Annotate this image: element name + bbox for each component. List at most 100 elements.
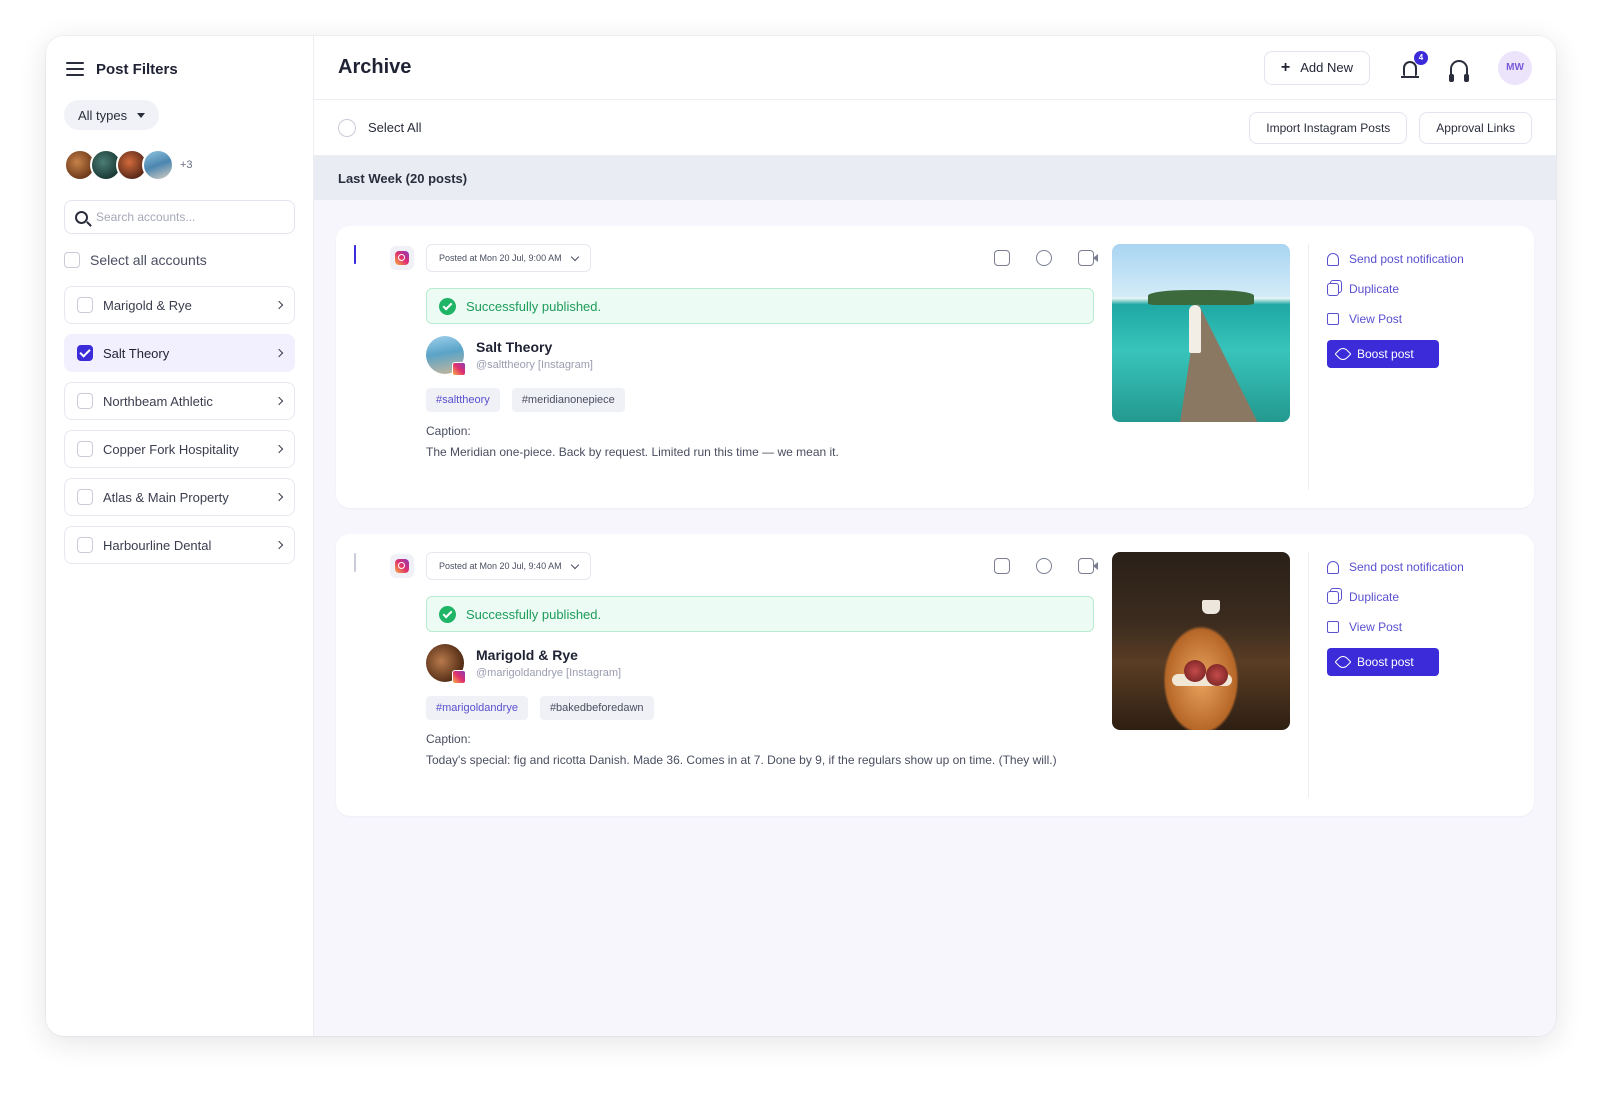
instagram-icon <box>390 246 414 270</box>
approval-links-button[interactable]: Approval Links <box>1419 111 1532 144</box>
select-all-checkbox[interactable] <box>338 118 356 137</box>
hashtags: #salttheory #meridianonepiece <box>426 388 1094 412</box>
status-text: Successfully published. <box>466 298 602 314</box>
edit-icon[interactable] <box>994 558 1010 574</box>
account-label: Northbeam Athletic <box>103 393 213 409</box>
account-checkbox[interactable] <box>77 345 93 361</box>
approve-icon[interactable] <box>1036 250 1052 266</box>
sidebar-title: Post Filters <box>96 60 178 78</box>
boost-post-label: Boost post <box>1357 347 1414 361</box>
posted-at-label: Posted at Mon 20 Jul, 9:40 AM <box>439 561 562 571</box>
caption-text: Today's special: fig and ricotta Danish.… <box>426 753 1057 767</box>
type-filter-label: All types <box>78 107 128 123</box>
posted-at-dropdown[interactable]: Posted at Mon 20 Jul, 9:00 AM <box>426 244 591 272</box>
send-notification-link[interactable]: Send post notification <box>1327 552 1508 582</box>
edit-icon[interactable] <box>994 250 1010 266</box>
menu-icon[interactable] <box>66 62 84 76</box>
search-input[interactable] <box>96 210 276 224</box>
posted-at-dropdown[interactable]: Posted at Mon 20 Jul, 9:40 AM <box>426 552 591 580</box>
chevron-right-icon <box>274 348 284 358</box>
account-label: Atlas & Main Property <box>103 489 229 505</box>
hashtag[interactable]: #marigoldandrye <box>426 696 528 720</box>
video-icon[interactable] <box>1078 558 1098 574</box>
post-actions: Send post notification Duplicate View Po… <box>1308 552 1508 798</box>
user-avatar[interactable]: MW <box>1498 50 1532 85</box>
copy-icon <box>1327 590 1339 604</box>
post-body: Posted at Mon 20 Jul, 9:00 AM Successful… <box>390 244 1098 490</box>
post-checkbox[interactable] <box>354 245 356 264</box>
page-title: Archive <box>338 56 412 78</box>
hashtag[interactable]: #salttheory <box>426 388 500 412</box>
account-item-harbourline-dental[interactable]: Harbourline Dental <box>64 526 295 564</box>
archive-toolbar: Select All Import Instagram Posts Approv… <box>314 100 1556 156</box>
post-author: Marigold & Rye @marigoldandrye [Instagra… <box>426 644 1094 684</box>
external-link-icon <box>1327 621 1339 633</box>
add-new-button[interactable]: + Add New <box>1263 50 1370 85</box>
post-header: Posted at Mon 20 Jul, 9:40 AM <box>390 552 1098 580</box>
post-actions: Send post notification Duplicate View Po… <box>1308 244 1508 490</box>
avatar <box>426 336 466 376</box>
account-avatars[interactable]: +3 <box>64 148 295 182</box>
top-bar: Archive + Add New 4 MW <box>314 36 1556 100</box>
avatars-more-count: +3 <box>180 159 193 171</box>
status-banner: Successfully published. <box>426 596 1094 632</box>
bell-icon <box>1327 252 1339 266</box>
copy-icon <box>1327 282 1339 296</box>
select-all-accounts[interactable]: Select all accounts <box>64 248 295 272</box>
notifications-button[interactable]: 4 <box>1400 50 1428 79</box>
boost-post-button[interactable]: Boost post <box>1327 648 1439 676</box>
send-notification-link[interactable]: Send post notification <box>1327 244 1508 274</box>
rocket-icon <box>1334 653 1352 671</box>
account-checkbox[interactable] <box>77 393 93 409</box>
account-label: Harbourline Dental <box>103 537 212 553</box>
headset-icon[interactable] <box>1449 59 1469 82</box>
post-select <box>354 244 390 490</box>
import-instagram-posts-button[interactable]: Import Instagram Posts <box>1249 111 1408 144</box>
duplicate-link[interactable]: Duplicate <box>1327 582 1508 612</box>
select-all-accounts-checkbox[interactable] <box>64 252 80 268</box>
account-item-salt-theory[interactable]: Salt Theory <box>64 334 295 372</box>
post-body: Posted at Mon 20 Jul, 9:40 AM Successful… <box>390 552 1098 798</box>
duplicate-label: Duplicate <box>1349 282 1400 296</box>
group-header: Last Week (20 posts) <box>314 156 1556 200</box>
account-checkbox[interactable] <box>77 489 93 505</box>
author-handle: @marigoldandrye [Instagram] <box>476 667 622 679</box>
external-link-icon <box>1327 313 1339 325</box>
account-checkbox[interactable] <box>77 441 93 457</box>
caption-label: Caption: <box>426 424 471 438</box>
chevron-right-icon <box>274 540 284 550</box>
boost-post-button[interactable]: Boost post <box>1327 340 1439 368</box>
account-item-northbeam-athletic[interactable]: Northbeam Athletic <box>64 382 295 420</box>
type-filter-dropdown[interactable]: All types <box>64 100 160 130</box>
author-name: Marigold & Rye <box>476 647 578 663</box>
view-post-link[interactable]: View Post <box>1327 612 1508 642</box>
duplicate-link[interactable]: Duplicate <box>1327 274 1508 304</box>
avatar <box>426 644 466 684</box>
account-list: Marigold & Rye Salt Theory Northbeam Ath… <box>64 286 295 564</box>
caption-label: Caption: <box>426 732 471 746</box>
account-label: Salt Theory <box>103 345 170 361</box>
account-checkbox[interactable] <box>77 297 93 313</box>
caret-down-icon <box>137 112 146 118</box>
hashtag[interactable]: #meridianonepiece <box>511 388 625 412</box>
caption-text: The Meridian one-piece. Back by request.… <box>426 445 839 459</box>
posted-at-label: Posted at Mon 20 Jul, 9:00 AM <box>439 253 562 263</box>
search-icon <box>75 210 88 224</box>
app-window: Post Filters All types +3 Select all acc… <box>46 36 1556 1036</box>
account-item-copper-fork[interactable]: Copper Fork Hospitality <box>64 430 295 468</box>
post-image[interactable] <box>1112 552 1290 730</box>
view-post-link[interactable]: View Post <box>1327 304 1508 334</box>
account-item-atlas-main[interactable]: Atlas & Main Property <box>64 478 295 516</box>
account-checkbox[interactable] <box>77 537 93 553</box>
post-header: Posted at Mon 20 Jul, 9:00 AM <box>390 244 1098 272</box>
post-checkbox[interactable] <box>354 553 356 572</box>
approve-icon[interactable] <box>1036 558 1052 574</box>
account-label: Copper Fork Hospitality <box>103 441 239 457</box>
instagram-icon <box>390 554 414 578</box>
account-item-marigold-rye[interactable]: Marigold & Rye <box>64 286 295 324</box>
video-icon[interactable] <box>1078 250 1098 266</box>
hashtag[interactable]: #bakedbeforedawn <box>539 696 654 720</box>
post-filters-sidebar: Post Filters All types +3 Select all acc… <box>46 36 314 1036</box>
select-all-accounts-label: Select all accounts <box>90 252 207 268</box>
post-image[interactable] <box>1112 244 1290 422</box>
